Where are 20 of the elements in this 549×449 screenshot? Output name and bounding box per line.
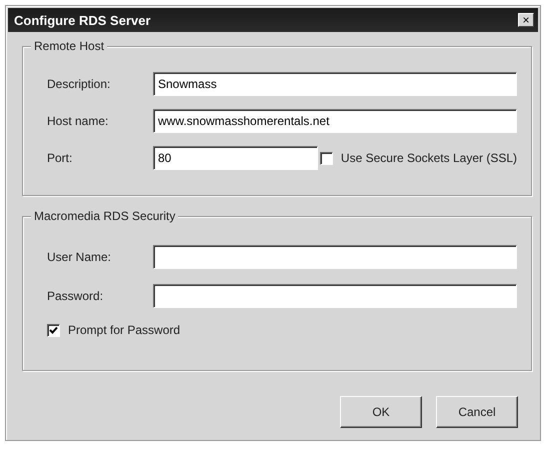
field-label: User Name: xyxy=(47,250,112,264)
window-title: Configure RDS Server xyxy=(14,12,151,28)
dialog-button[interactable]: OK xyxy=(340,396,422,428)
checkbox-label: Prompt for Password xyxy=(68,323,180,337)
checkbox[interactable] xyxy=(320,152,333,164)
field-label: Description: xyxy=(47,77,112,91)
input-field[interactable] xyxy=(153,245,517,269)
field-label: Password: xyxy=(47,289,104,303)
input-field[interactable]: 80 xyxy=(153,146,318,170)
group-label: Macromedia RDS Security xyxy=(31,209,178,223)
checkbox-label: Use Secure Sockets Layer (SSL) xyxy=(340,151,517,165)
input-field[interactable]: www.snowmasshomerentals.net xyxy=(153,109,517,133)
dialog-button[interactable]: Cancel xyxy=(436,396,518,428)
group-label: Remote Host xyxy=(31,39,108,53)
field-label: Host name: xyxy=(47,114,110,128)
close-button[interactable]: × xyxy=(518,13,534,27)
checkbox[interactable] xyxy=(47,324,60,336)
field-label: Port: xyxy=(47,151,74,165)
input-field[interactable]: Snowmass xyxy=(153,72,517,96)
input-field[interactable] xyxy=(153,284,517,308)
